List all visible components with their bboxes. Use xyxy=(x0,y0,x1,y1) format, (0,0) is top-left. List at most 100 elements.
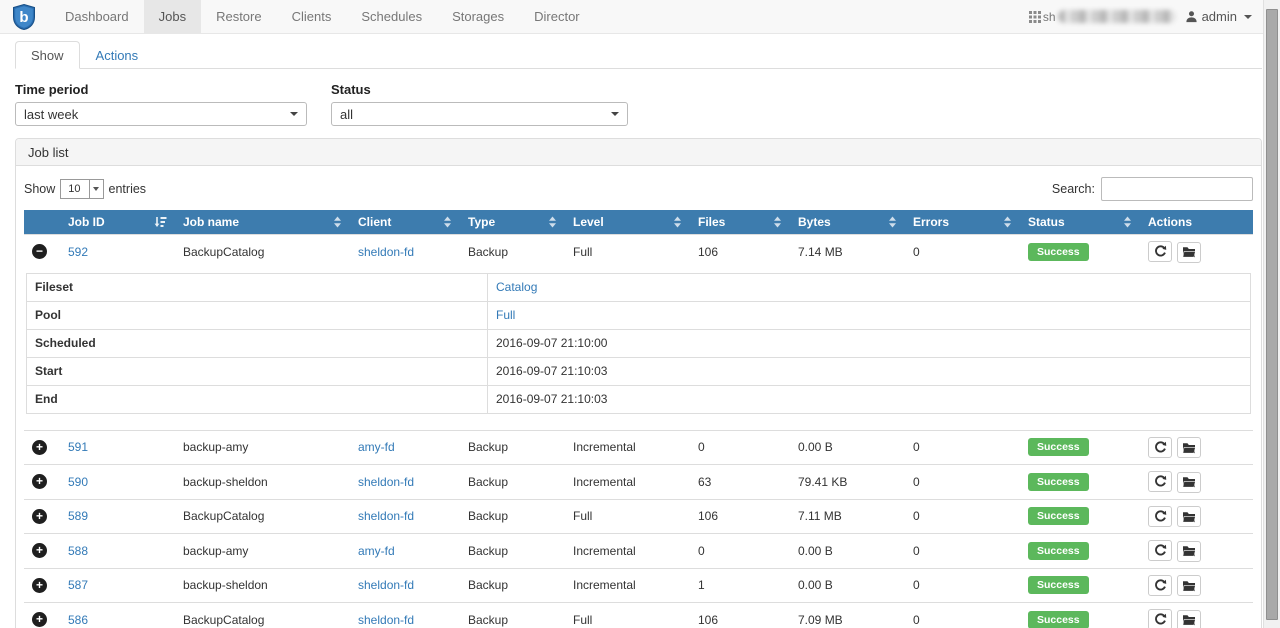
rerun-icon xyxy=(1154,245,1167,258)
job-files-button[interactable] xyxy=(1177,242,1201,263)
rerun-job-button[interactable] xyxy=(1148,241,1172,262)
job-id-link[interactable]: 590 xyxy=(68,475,88,489)
col-errors[interactable]: Errors xyxy=(905,210,1020,235)
tab-show[interactable]: Show xyxy=(15,41,80,69)
files-cell: 106 xyxy=(690,499,790,534)
detail-value-link[interactable]: Catalog xyxy=(496,280,537,294)
col-files[interactable]: Files xyxy=(690,210,790,235)
detail-row: FilesetCatalog xyxy=(27,273,1251,301)
bytes-cell: 0.00 B xyxy=(790,430,905,465)
nav-item-director[interactable]: Director xyxy=(519,0,595,33)
tab-actions[interactable]: Actions xyxy=(80,41,155,69)
col-job-name[interactable]: Job name xyxy=(175,210,350,235)
nav-item-storages[interactable]: Storages xyxy=(437,0,519,33)
job-files-button[interactable] xyxy=(1177,506,1201,527)
expand-row-icon[interactable]: + xyxy=(32,612,47,627)
col-type[interactable]: Type xyxy=(460,210,565,235)
level-cell: Full xyxy=(565,235,690,269)
detail-row: End2016-09-07 21:10:03 xyxy=(27,385,1251,413)
job-files-button[interactable] xyxy=(1177,541,1201,562)
rerun-job-button[interactable] xyxy=(1148,609,1172,628)
expand-row-icon[interactable]: + xyxy=(32,440,47,455)
bytes-cell: 79.41 KB xyxy=(790,465,905,500)
job-id-link[interactable]: 588 xyxy=(68,544,88,558)
detail-label: Pool xyxy=(27,301,488,329)
time-period-label: Time period xyxy=(15,82,307,97)
nav-item-dashboard[interactable]: Dashboard xyxy=(50,0,144,33)
level-cell: Incremental xyxy=(565,534,690,569)
search-input[interactable] xyxy=(1101,177,1253,201)
status-badge: Success xyxy=(1028,473,1089,491)
nav-item-restore[interactable]: Restore xyxy=(201,0,277,33)
type-cell: Backup xyxy=(460,568,565,603)
chevron-down-icon xyxy=(1244,15,1252,19)
expand-row-icon[interactable]: + xyxy=(32,578,47,593)
client-link[interactable]: amy-fd xyxy=(358,440,395,454)
rerun-job-button[interactable] xyxy=(1148,437,1172,458)
detail-label: Start xyxy=(27,357,488,385)
detail-value: 2016-09-07 21:10:03 xyxy=(496,392,607,406)
rerun-icon xyxy=(1154,544,1167,557)
folder-icon xyxy=(1182,580,1196,592)
sort-icon xyxy=(443,216,452,228)
client-link[interactable]: sheldon-fd xyxy=(358,613,414,627)
job-name-cell: backup-sheldon xyxy=(175,465,350,500)
username: admin xyxy=(1202,9,1237,24)
vertical-scrollbar[interactable] xyxy=(1263,0,1280,628)
type-cell: Backup xyxy=(460,465,565,500)
svg-text:b: b xyxy=(19,9,28,26)
job-id-link[interactable]: 587 xyxy=(68,578,88,592)
client-link[interactable]: sheldon-fd xyxy=(358,509,414,523)
scrollbar-thumb[interactable] xyxy=(1266,9,1278,620)
status-select[interactable]: all xyxy=(331,102,628,126)
rerun-job-button[interactable] xyxy=(1148,471,1172,492)
files-cell: 1 xyxy=(690,568,790,603)
expand-row-icon[interactable]: − xyxy=(32,244,47,259)
client-link[interactable]: sheldon-fd xyxy=(358,245,414,259)
table-row: + 589 BackupCatalog sheldon-fd Backup Fu… xyxy=(24,499,1253,534)
job-files-button[interactable] xyxy=(1177,437,1201,458)
baculum-logo[interactable]: b xyxy=(0,0,50,33)
page-tabs: Show Actions xyxy=(15,40,1262,69)
nav-item-schedules[interactable]: Schedules xyxy=(346,0,437,33)
client-link[interactable]: sheldon-fd xyxy=(358,578,414,592)
sort-icon xyxy=(1123,216,1132,228)
nav-item-clients[interactable]: Clients xyxy=(277,0,347,33)
job-files-button[interactable] xyxy=(1177,575,1201,596)
job-name-cell: BackupCatalog xyxy=(175,603,350,628)
col-bytes[interactable]: Bytes xyxy=(790,210,905,235)
detail-value-link[interactable]: Full xyxy=(496,308,515,322)
grid-icon xyxy=(1029,11,1041,23)
job-files-button[interactable] xyxy=(1177,472,1201,493)
host-indicator: sh xyxy=(1029,10,1176,24)
user-menu[interactable]: admin xyxy=(1185,9,1252,24)
entries-per-page-select[interactable]: 10 xyxy=(60,179,103,199)
rerun-job-button[interactable] xyxy=(1148,506,1172,527)
col-client[interactable]: Client xyxy=(350,210,460,235)
job-name-cell: backup-amy xyxy=(175,430,350,465)
detail-label: Scheduled xyxy=(27,329,488,357)
client-link[interactable]: sheldon-fd xyxy=(358,475,414,489)
files-cell: 106 xyxy=(690,235,790,269)
status-filter-label: Status xyxy=(331,82,628,97)
rerun-job-button[interactable] xyxy=(1148,540,1172,561)
nav-item-jobs[interactable]: Jobs xyxy=(144,0,201,33)
job-id-link[interactable]: 586 xyxy=(68,613,88,627)
job-id-link[interactable]: 592 xyxy=(68,245,88,259)
col-status[interactable]: Status xyxy=(1020,210,1140,235)
job-id-link[interactable]: 589 xyxy=(68,509,88,523)
expand-row-icon[interactable]: + xyxy=(32,509,47,524)
job-id-link[interactable]: 591 xyxy=(68,440,88,454)
table-row: + 588 backup-amy amy-fd Backup Increment… xyxy=(24,534,1253,569)
col-job-id[interactable]: Job ID xyxy=(60,210,175,235)
expand-row-icon[interactable]: + xyxy=(32,474,47,489)
job-files-button[interactable] xyxy=(1177,610,1201,628)
errors-cell: 0 xyxy=(905,534,1020,569)
rerun-job-button[interactable] xyxy=(1148,575,1172,596)
main-nav: Dashboard Jobs Restore Clients Schedules… xyxy=(50,0,595,33)
client-link[interactable]: amy-fd xyxy=(358,544,395,558)
col-level[interactable]: Level xyxy=(565,210,690,235)
time-period-select[interactable]: last week xyxy=(15,102,307,126)
rerun-icon xyxy=(1154,441,1167,454)
expand-row-icon[interactable]: + xyxy=(32,543,47,558)
